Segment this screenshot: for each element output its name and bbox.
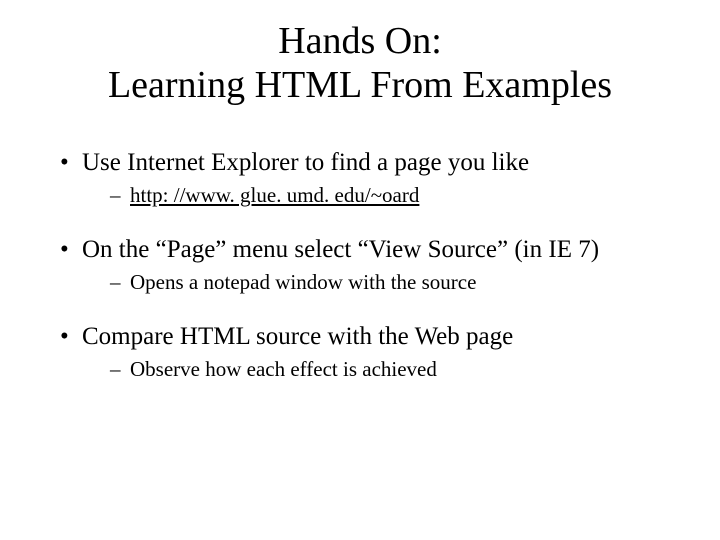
bullet-list: Use Internet Explorer to find a page you…	[40, 149, 680, 382]
sub-list: http: //www. glue. umd. edu/~oard	[82, 183, 680, 208]
title-line-1: Hands On:	[278, 20, 442, 62]
bullet-item: Compare HTML source with the Web page Ob…	[60, 323, 680, 382]
title-line-2: Learning HTML From Examples	[108, 64, 612, 106]
slide-title: Hands On: Learning HTML From Examples	[40, 20, 680, 107]
bullet-text: On the “Page” menu select “View Source” …	[82, 236, 599, 263]
bullet-item: On the “Page” menu select “View Source” …	[60, 236, 680, 295]
sub-text: Opens a notepad window with the source	[130, 270, 476, 294]
sub-list: Observe how each effect is achieved	[82, 357, 680, 382]
bullet-item: Use Internet Explorer to find a page you…	[60, 149, 680, 208]
sub-item: http: //www. glue. umd. edu/~oard	[110, 183, 680, 208]
bullet-text: Use Internet Explorer to find a page you…	[82, 149, 529, 176]
sub-item: Observe how each effect is achieved	[110, 357, 680, 382]
bullet-text: Compare HTML source with the Web page	[82, 323, 513, 350]
url-link[interactable]: http: //www. glue. umd. edu/~oard	[130, 183, 419, 207]
sub-list: Opens a notepad window with the source	[82, 270, 680, 295]
sub-text: Observe how each effect is achieved	[130, 357, 437, 381]
sub-item: Opens a notepad window with the source	[110, 270, 680, 295]
